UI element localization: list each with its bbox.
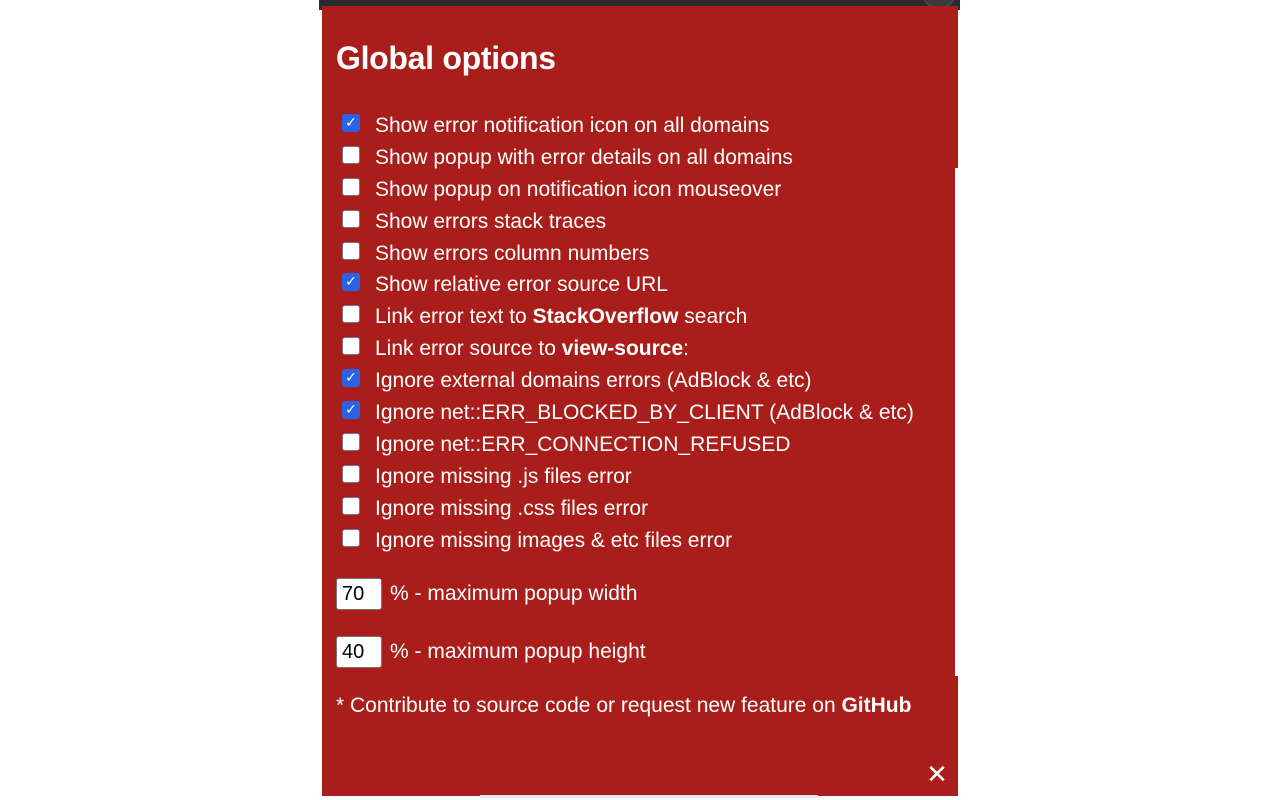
popup-height-input[interactable] <box>336 636 382 668</box>
option-label: Ignore missing .js files error <box>375 465 632 489</box>
popup-height-label: % - maximum popup height <box>390 640 646 663</box>
horizontal-scrollbar[interactable] <box>480 795 818 798</box>
checkmark-icon: ✓ <box>345 401 357 418</box>
option-row[interactable]: ✓ Show popup with error details on all do… <box>342 142 914 174</box>
option-label-text: Ignore missing .js files error <box>375 464 632 488</box>
option-row[interactable]: ✓ Ignore missing images & etc files error <box>342 525 914 557</box>
checkmark-icon: ✓ <box>345 370 357 387</box>
option-label-text: Ignore net::ERR_CONNECTION_REFUSED <box>375 432 791 456</box>
option-label-text: Link error text to <box>375 305 533 329</box>
option-label: Link error text to StackOverflow search <box>375 305 747 329</box>
option-label-suffix: search <box>678 305 748 329</box>
checkbox-unchecked[interactable]: ✓ <box>342 528 360 547</box>
close-icon[interactable]: ✕ <box>926 762 948 788</box>
footer-text: * Contribute to source code or request n… <box>336 694 842 717</box>
option-row[interactable]: ✓ Show relative error source URL <box>342 269 914 301</box>
options-list: ✓ Show error notification icon on all dom… <box>342 110 914 556</box>
checkbox-unchecked[interactable]: ✓ <box>342 337 360 356</box>
popup-height-row: % - maximum popup height <box>336 636 646 668</box>
panel-scroll-edge <box>955 168 958 676</box>
checkbox-unchecked[interactable]: ✓ <box>342 145 360 164</box>
option-row[interactable]: ✓ Ignore missing .js files error <box>342 461 914 493</box>
checkbox-unchecked[interactable]: ✓ <box>342 177 360 196</box>
option-row[interactable]: ✓ Link error text to StackOverflow search <box>342 301 914 333</box>
popup-width-row: % - maximum popup width <box>336 578 637 610</box>
option-row[interactable]: ✓ Ignore external domains errors (AdBlock… <box>342 365 914 397</box>
option-label: Show errors stack traces <box>375 210 606 234</box>
option-label-text: Show errors stack traces <box>375 209 607 233</box>
checkbox-unchecked[interactable]: ✓ <box>342 241 360 260</box>
option-row[interactable]: ✓ Show error notification icon on all dom… <box>342 110 914 142</box>
page-title: Global options <box>336 40 556 76</box>
checkbox-checked[interactable]: ✓ <box>342 400 360 419</box>
option-label-emphasis: view-source <box>561 337 684 361</box>
option-row[interactable]: ✓ Show errors stack traces <box>342 206 914 238</box>
option-row[interactable]: ✓ Show popup on notification icon mouseov… <box>342 174 914 206</box>
option-label-text: Ignore external domains errors (AdBlock … <box>375 369 812 393</box>
option-label-text: Show popup with error details on all dom… <box>375 145 793 169</box>
checkmark-icon: ✓ <box>345 274 357 291</box>
checkbox-unchecked[interactable]: ✓ <box>342 464 360 483</box>
option-label: Ignore missing images & etc files error <box>375 529 732 553</box>
footer-note: * Contribute to source code or request n… <box>336 694 911 718</box>
checkbox-checked[interactable]: ✓ <box>342 113 360 132</box>
popup-width-input[interactable] <box>336 578 382 610</box>
option-label-text: Show popup on notification icon mouseove… <box>375 177 782 201</box>
option-label: Show popup with error details on all dom… <box>375 146 793 170</box>
option-label: Show error notification icon on all doma… <box>375 114 770 138</box>
option-label-text: Ignore net::ERR_BLOCKED_BY_CLIENT (AdBlo… <box>375 400 914 424</box>
option-label-text: Link error source to <box>375 337 562 361</box>
global-options-panel: Global options ✓ Show error notification … <box>322 6 958 796</box>
option-label: Ignore net::ERR_BLOCKED_BY_CLIENT (AdBlo… <box>375 401 914 425</box>
checkbox-checked[interactable]: ✓ <box>342 273 360 292</box>
option-label: Show errors column numbers <box>375 242 649 266</box>
option-label: Ignore missing .css files error <box>375 497 648 521</box>
option-row[interactable]: ✓ Show errors column numbers <box>342 238 914 270</box>
option-label-text: Ignore missing .css files error <box>375 496 649 520</box>
option-row[interactable]: ✓ Ignore net::ERR_BLOCKED_BY_CLIENT (AdBl… <box>342 397 914 429</box>
checkbox-unchecked[interactable]: ✓ <box>342 496 360 515</box>
option-label-suffix: : <box>683 337 689 361</box>
option-row[interactable]: ✓ Ignore net::ERR_CONNECTION_REFUSED <box>342 429 914 461</box>
option-label: Ignore external domains errors (AdBlock … <box>375 369 812 393</box>
checkbox-unchecked[interactable]: ✓ <box>342 209 360 228</box>
checkmark-icon: ✓ <box>345 114 357 131</box>
checkbox-unchecked[interactable]: ✓ <box>342 305 360 324</box>
option-label: Ignore net::ERR_CONNECTION_REFUSED <box>375 433 790 457</box>
option-label: Show popup on notification icon mouseove… <box>375 178 781 202</box>
checkbox-unchecked[interactable]: ✓ <box>342 432 360 451</box>
option-row[interactable]: ✓ Ignore missing .css files error <box>342 493 914 525</box>
option-label-text: Ignore missing images & etc files error <box>375 528 733 552</box>
option-label-text: Show error notification icon on all doma… <box>375 113 770 137</box>
option-label-text: Show errors column numbers <box>375 241 650 265</box>
github-link[interactable]: GitHub <box>841 694 911 717</box>
option-label: Link error source to view-source: <box>375 337 689 361</box>
checkbox-checked[interactable]: ✓ <box>342 369 360 388</box>
option-label-emphasis: StackOverflow <box>532 305 679 329</box>
option-label: Show relative error source URL <box>375 273 668 297</box>
popup-width-label: % - maximum popup width <box>390 582 638 605</box>
option-label-text: Show relative error source URL <box>375 273 668 297</box>
option-row[interactable]: ✓ Link error source to view-source: <box>342 333 914 365</box>
